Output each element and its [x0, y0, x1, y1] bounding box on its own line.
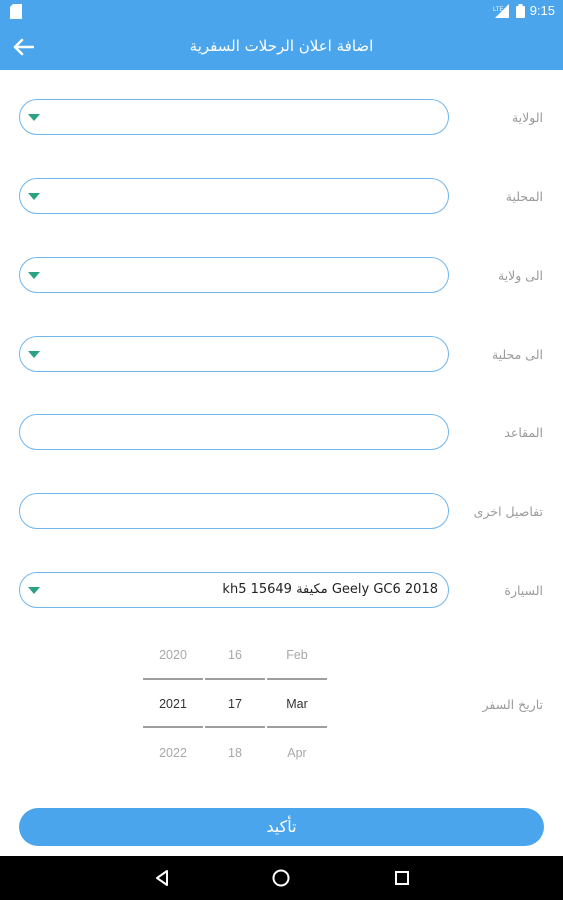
day-next[interactable]: 18 [205, 746, 265, 760]
confirm-button[interactable]: تأكيد [19, 808, 544, 846]
nav-recents-button[interactable] [388, 864, 416, 892]
month-selected[interactable]: Mar [267, 697, 327, 711]
month-next[interactable]: Apr [267, 746, 327, 760]
nav-back-button[interactable] [148, 864, 176, 892]
state-label: الولاية [511, 110, 543, 125]
dropdown-caret-icon [28, 193, 40, 200]
to-state-dropdown[interactable] [19, 257, 449, 293]
sd-card-icon [10, 4, 22, 19]
picker-divider [205, 678, 265, 680]
picker-divider [267, 678, 327, 680]
seats-label: المقاعد [504, 425, 543, 440]
locality-row: المحلية [0, 178, 563, 216]
state-dropdown[interactable] [19, 99, 449, 135]
other-details-row: تفاصيل اخرى [0, 493, 563, 531]
nav-home-icon [272, 869, 290, 887]
system-nav-bar [0, 856, 563, 900]
dropdown-caret-icon [28, 272, 40, 279]
state-row: الولاية [0, 99, 563, 137]
picker-divider [205, 726, 265, 728]
year-next[interactable]: 2022 [143, 746, 203, 760]
dropdown-caret-icon [28, 114, 40, 121]
car-dropdown[interactable]: Geely GC6 2018 مكيفة kh5 15649 [19, 572, 449, 608]
signal-icon: LTE [493, 3, 509, 18]
car-row: Geely GC6 2018 مكيفة kh5 15649 السيارة [0, 572, 563, 610]
dropdown-caret-icon [28, 587, 40, 594]
to-locality-row: الى محلية [0, 336, 563, 374]
other-details-input[interactable] [19, 493, 449, 529]
picker-divider [143, 678, 203, 680]
network-type: LTE [493, 7, 504, 13]
app-bar: اضافة اعلان الرحلات السفرية [0, 24, 563, 70]
year-picker[interactable]: 2020 2021 2022 [143, 640, 203, 770]
locality-dropdown[interactable] [19, 178, 449, 214]
nav-back-icon [156, 870, 168, 886]
travel-date-label: تاريخ السفر [482, 697, 544, 712]
month-prev[interactable]: Feb [267, 648, 327, 662]
locality-label: المحلية [505, 189, 543, 204]
seats-input[interactable] [19, 414, 449, 450]
to-state-label: الى ولاية [497, 268, 543, 283]
dropdown-caret-icon [28, 351, 40, 358]
day-selected[interactable]: 17 [205, 697, 265, 711]
to-locality-dropdown[interactable] [19, 336, 449, 372]
status-bar: LTE 9:15 [0, 0, 563, 24]
to-state-row: الى ولاية [0, 257, 563, 295]
year-selected[interactable]: 2021 [143, 697, 203, 711]
to-locality-label: الى محلية [491, 347, 543, 362]
car-label: السيارة [504, 583, 543, 598]
picker-divider [267, 726, 327, 728]
battery-icon [515, 3, 525, 18]
status-time: 9:15 [529, 3, 555, 18]
nav-recents-icon [395, 871, 409, 885]
nav-home-button[interactable] [267, 864, 295, 892]
seats-row: المقاعد [0, 414, 563, 452]
day-picker[interactable]: 16 17 18 [205, 640, 265, 770]
other-details-label: تفاصيل اخرى [473, 504, 543, 519]
picker-divider [143, 726, 203, 728]
year-prev[interactable]: 2020 [143, 648, 203, 662]
page-title: اضافة اعلان الرحلات السفرية [189, 37, 374, 55]
car-value: Geely GC6 2018 مكيفة kh5 15649 [222, 582, 438, 597]
day-prev[interactable]: 16 [205, 648, 265, 662]
month-picker[interactable]: Feb Mar Apr [267, 640, 327, 770]
